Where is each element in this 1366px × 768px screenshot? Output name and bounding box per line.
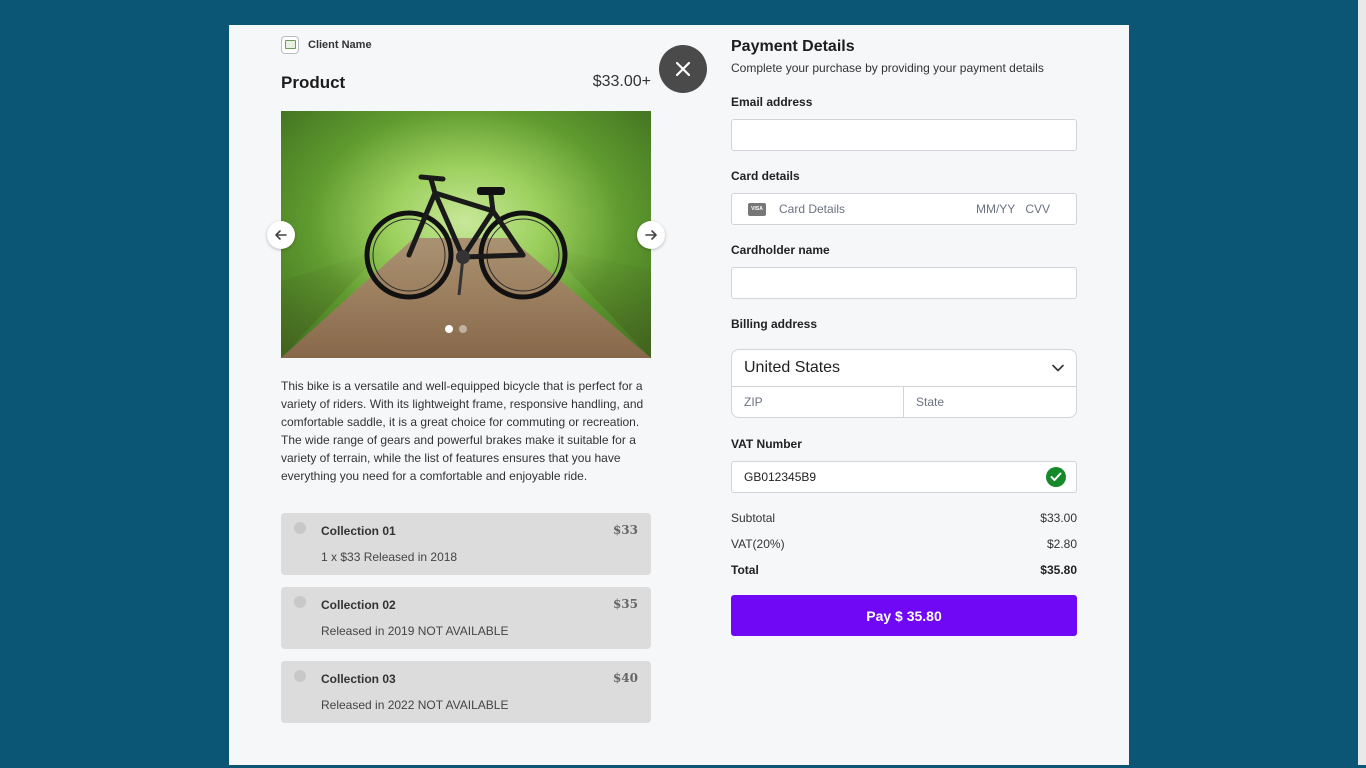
carousel-dot-2[interactable] bbox=[459, 325, 467, 333]
cardholder-label: Cardholder name bbox=[731, 243, 830, 257]
collection-name: Collection 02 bbox=[321, 598, 396, 612]
total-row: Total $35.80 bbox=[731, 563, 1077, 577]
client-logo-icon bbox=[281, 36, 299, 54]
client-name: Client Name bbox=[308, 39, 372, 51]
vat-number-field[interactable]: GB012345B9 bbox=[731, 461, 1077, 493]
carousel-next-button[interactable] bbox=[637, 221, 665, 249]
carousel-prev-button[interactable] bbox=[267, 221, 295, 249]
billing-address-label: Billing address bbox=[731, 317, 818, 331]
total-label: Total bbox=[731, 563, 759, 577]
vat-row: VAT(20%) $2.80 bbox=[731, 537, 1077, 551]
collection-detail: Released in 2019 NOT AVAILABLE bbox=[321, 624, 509, 638]
collection-list: Collection 01 $33 1 x $33 Released in 20… bbox=[281, 513, 651, 735]
scrollbar-thumb[interactable] bbox=[1358, 0, 1366, 765]
collection-price: $40 bbox=[612, 671, 638, 685]
state-field[interactable]: State bbox=[904, 386, 1077, 418]
product-price: $33.00+ bbox=[592, 73, 651, 90]
close-icon bbox=[675, 61, 691, 77]
collection-radio-3[interactable] bbox=[294, 670, 306, 682]
vat-number-label: VAT Number bbox=[731, 437, 802, 451]
chevron-down-icon bbox=[1052, 364, 1064, 372]
product-photo bbox=[281, 111, 651, 358]
cardholder-field-wrapper bbox=[731, 267, 1077, 299]
country-value: United States bbox=[744, 359, 841, 376]
collection-price: $33 bbox=[612, 523, 638, 537]
client-header: Client Name bbox=[281, 36, 372, 54]
collection-name: Collection 01 bbox=[321, 524, 396, 538]
page-scrollbar[interactable] bbox=[1358, 0, 1366, 768]
product-image-carousel bbox=[267, 111, 665, 358]
check-circle-icon bbox=[1046, 467, 1066, 487]
collection-option-2[interactable]: Collection 02 $35 Released in 2019 NOT A… bbox=[281, 587, 651, 649]
payment-subtitle: Complete your purchase by providing your… bbox=[731, 61, 1044, 75]
close-button[interactable] bbox=[659, 45, 707, 93]
arrow-left-icon bbox=[275, 230, 287, 240]
email-label: Email address bbox=[731, 95, 813, 109]
carousel-dots bbox=[445, 325, 467, 333]
bicycle-illustration bbox=[364, 174, 568, 300]
card-details-label: Card details bbox=[731, 169, 800, 183]
vat-label: VAT(20%) bbox=[731, 537, 785, 551]
arrow-right-icon bbox=[645, 230, 657, 240]
collection-radio-2[interactable] bbox=[294, 596, 306, 608]
payment-title: Payment Details bbox=[731, 38, 855, 55]
card-details-field[interactable]: VISA Card Details MM/YY CVV bbox=[731, 193, 1077, 225]
cvv-placeholder[interactable]: CVV bbox=[1025, 202, 1050, 216]
collection-option-1[interactable]: Collection 01 $33 1 x $33 Released in 20… bbox=[281, 513, 651, 575]
subtotal-label: Subtotal bbox=[731, 511, 776, 525]
checkout-modal: Client Name Product $33.00+ This bike is… bbox=[229, 25, 1129, 765]
country-select[interactable]: United States bbox=[731, 349, 1077, 387]
collection-price: $35 bbox=[612, 597, 638, 611]
zip-field[interactable]: ZIP bbox=[731, 386, 904, 418]
pay-button[interactable]: Pay $ 35.80 bbox=[731, 595, 1077, 636]
email-field-wrapper bbox=[731, 119, 1077, 151]
product-description: This bike is a versatile and well-equipp… bbox=[281, 379, 644, 483]
total-value: $35.80 bbox=[1040, 563, 1077, 577]
vat-value: $2.80 bbox=[1046, 537, 1077, 551]
email-field[interactable] bbox=[732, 120, 1076, 150]
vat-number-value: GB012345B9 bbox=[744, 470, 817, 484]
visa-card-icon: VISA bbox=[748, 202, 766, 216]
cardholder-name-field[interactable] bbox=[732, 268, 1076, 298]
collection-detail: Released in 2022 NOT AVAILABLE bbox=[321, 698, 509, 712]
product-title: Product bbox=[281, 73, 346, 92]
expiry-placeholder[interactable]: MM/YY bbox=[976, 202, 1015, 216]
zip-state-row: ZIP State bbox=[731, 386, 1077, 418]
collection-option-3[interactable]: Collection 03 $40 Released in 2022 NOT A… bbox=[281, 661, 651, 723]
subtotal-value: $33.00 bbox=[1040, 511, 1077, 525]
collection-detail: 1 x $33 Released in 2018 bbox=[321, 550, 458, 564]
carousel-dot-1[interactable] bbox=[445, 325, 453, 333]
card-number-placeholder[interactable]: Card Details bbox=[779, 202, 976, 216]
subtotal-row: Subtotal $33.00 bbox=[731, 511, 1077, 525]
collection-name: Collection 03 bbox=[321, 672, 396, 686]
collection-radio-1[interactable] bbox=[294, 522, 306, 534]
